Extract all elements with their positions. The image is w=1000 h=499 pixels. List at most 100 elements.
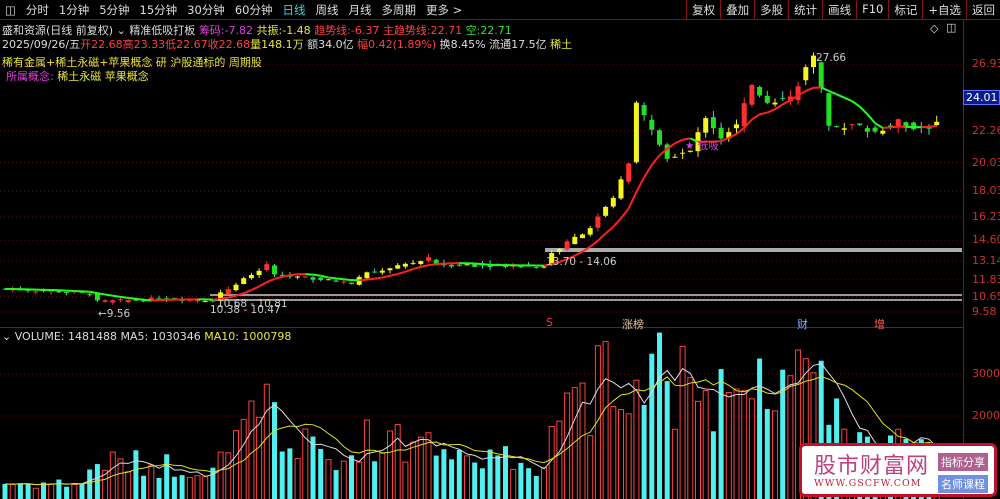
candle-body xyxy=(880,130,886,134)
trend-line xyxy=(805,86,814,92)
volume-bar xyxy=(764,409,770,499)
trend-line xyxy=(635,176,645,193)
trend-line xyxy=(412,265,422,271)
volume-bar xyxy=(2,483,8,499)
current-price-label: 24.01 xyxy=(963,90,1000,105)
candle-body xyxy=(225,289,231,295)
volume-header: ⌄ VOLUME: 1481488 MA5: 1030346 MA10: 100… xyxy=(2,330,291,343)
volume-bar xyxy=(602,340,609,499)
candle-body xyxy=(349,282,354,285)
volume-bar xyxy=(248,400,255,499)
price-tick: 26.93 xyxy=(972,57,1000,71)
price-tick: 13.14 xyxy=(972,254,1000,268)
candle-body xyxy=(87,294,93,296)
volume-bar xyxy=(564,392,571,499)
volume-bar xyxy=(179,475,185,499)
candle-body xyxy=(741,103,747,127)
watermark-url: WWW.GSCFW.COM xyxy=(814,478,922,489)
candle-body xyxy=(595,216,601,228)
volume-bar xyxy=(433,455,439,499)
support-band xyxy=(545,248,962,252)
marker-s[interactable]: S xyxy=(546,316,553,329)
trend-line xyxy=(766,108,776,114)
trend-line xyxy=(905,125,914,129)
candle-body xyxy=(395,265,401,269)
trend-line xyxy=(851,100,861,108)
candle-body xyxy=(264,264,270,271)
support-band xyxy=(210,294,962,296)
toolbar-button[interactable]: 返回 xyxy=(966,0,1000,20)
volume-menu-icon[interactable]: ⌄ xyxy=(2,330,11,343)
volume-bar xyxy=(533,475,539,499)
trend-line xyxy=(474,262,483,266)
volume-bar xyxy=(610,405,617,499)
trend-line xyxy=(759,111,768,116)
trend-line xyxy=(274,275,283,280)
marker-zeng[interactable]: 增 xyxy=(874,316,885,332)
candle-body xyxy=(118,299,123,301)
candle-body xyxy=(864,128,870,132)
trend-line xyxy=(420,264,429,268)
candle-body xyxy=(556,248,562,252)
trend-line xyxy=(97,292,106,296)
volume-bar xyxy=(649,353,655,499)
volume-bar xyxy=(772,410,778,499)
signal-annotation: ★ 低吸 xyxy=(685,140,719,152)
candle-body xyxy=(672,156,678,158)
trend-line xyxy=(574,250,583,257)
trend-line xyxy=(774,103,784,111)
candle-body xyxy=(618,179,624,199)
volume-bar xyxy=(518,462,524,499)
volume-bar xyxy=(625,413,632,499)
trend-line xyxy=(266,278,275,284)
volume-bar xyxy=(141,475,147,499)
candle-body xyxy=(302,276,308,278)
volume-bar xyxy=(710,431,716,499)
candle-body xyxy=(456,264,462,266)
candle-body xyxy=(341,281,347,283)
trend-line xyxy=(836,93,845,99)
marker-zhangbang[interactable]: 涨榜 xyxy=(622,316,644,332)
trend-line xyxy=(858,105,869,115)
volume-bar xyxy=(87,469,93,499)
marker-cai[interactable]: 财 xyxy=(797,316,808,332)
trend-line xyxy=(289,273,298,277)
volume-tick: 20000 xyxy=(972,409,1000,422)
candle-body xyxy=(841,128,847,130)
trend-line xyxy=(643,164,653,178)
candle-body xyxy=(764,95,770,103)
kline-chart[interactable] xyxy=(0,0,963,499)
volume-bar xyxy=(148,464,155,499)
volume-ma5: MA5: 1030346 xyxy=(120,330,201,343)
volume-bar xyxy=(472,462,478,499)
trend-line xyxy=(782,99,791,106)
trend-line xyxy=(428,263,437,267)
candle-body xyxy=(125,300,131,303)
candle-body xyxy=(94,293,100,301)
volume-bar xyxy=(417,436,424,499)
volume-ma10: MA10: 1000798 xyxy=(204,330,292,343)
volume-bar xyxy=(325,459,332,499)
volume-bar xyxy=(441,449,447,499)
watermark: 股市财富网 WWW.GSCFW.COM 指标分享 名师课程 xyxy=(799,443,997,497)
candle-body xyxy=(402,263,408,267)
volume-bar xyxy=(263,383,270,499)
volume-bar xyxy=(556,420,563,499)
trend-line xyxy=(651,154,661,166)
volume-bar xyxy=(202,476,209,499)
trend-line xyxy=(612,217,622,228)
support-band xyxy=(210,299,962,301)
candle-body xyxy=(564,241,570,250)
volume-bar xyxy=(618,409,624,499)
candle-body xyxy=(110,300,116,303)
candle-body xyxy=(818,62,824,89)
volume-bar xyxy=(741,390,748,499)
candle-body xyxy=(641,105,647,116)
trend-line xyxy=(382,274,391,279)
trend-line xyxy=(589,239,599,248)
volume-ma5-line xyxy=(4,363,938,486)
trend-line xyxy=(874,122,884,129)
price-tick: 16.23 xyxy=(972,209,1000,223)
volume-bar xyxy=(56,479,62,499)
volume-bar xyxy=(287,448,293,499)
